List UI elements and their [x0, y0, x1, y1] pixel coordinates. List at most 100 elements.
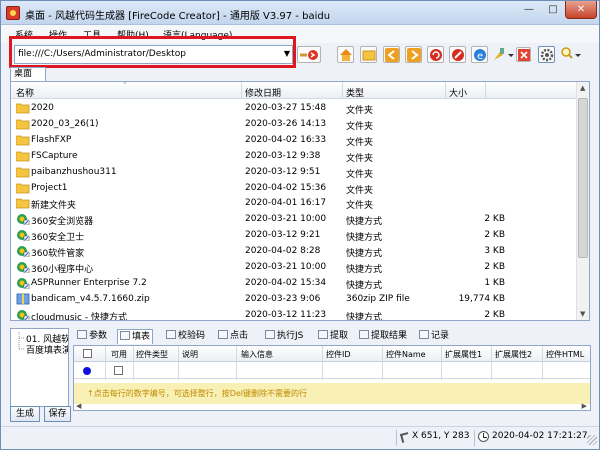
file-size: 2 KB [484, 262, 505, 272]
tab-fill-form[interactable]: 填表 [117, 329, 154, 344]
resize-grip-icon[interactable] [587, 435, 597, 445]
tab-click[interactable]: 点击 [218, 329, 248, 344]
file-name: paibanzhushou311 [31, 166, 117, 177]
cursor-arrow-icon [399, 432, 411, 443]
file-row[interactable]: bandicam_v4.5.7.1660.zip 2020-03-23 9:06 3… [11, 291, 577, 307]
stop-button[interactable] [449, 46, 466, 63]
go-arrow-icon [300, 50, 318, 60]
scroll-thumb[interactable] [578, 98, 588, 258]
col-date[interactable]: 修改日期 [245, 86, 281, 99]
file-date: 2020-04-02 15:34 [245, 277, 327, 288]
file-row[interactable]: 2020 2020-03-27 15:48 文件夹 [11, 100, 577, 116]
file-type: 快捷方式 [346, 233, 383, 244]
folder-icon [15, 150, 30, 162]
tab-extract-result[interactable]: 提取结果 [359, 329, 407, 344]
script-icon [265, 330, 275, 339]
settings-button[interactable] [538, 46, 555, 63]
file-row[interactable]: Project1 2020-04-02 15:36 文件夹 [11, 180, 577, 196]
file-row[interactable]: 2020_03_26(1) 2020-03-26 14:13 文件夹 [11, 116, 577, 132]
back-button[interactable] [383, 46, 400, 63]
file-row[interactable]: FlashFXP 2020-04-02 16:33 文件夹 [11, 132, 577, 148]
file-row[interactable]: 360小程序中心 2020-03-21 10:00 快捷方式 2 KB [11, 259, 577, 275]
go-button[interactable] [297, 46, 321, 63]
delete-button[interactable] [516, 47, 531, 62]
open-folder-button[interactable] [360, 46, 377, 63]
tab-log[interactable]: 记录 [419, 329, 449, 344]
file-type: 快捷方式 [346, 217, 383, 228]
grid-row[interactable] [74, 363, 590, 379]
file-row[interactable]: 360安全浏览器 2020-03-21 10:00 快捷方式 2 KB [11, 211, 577, 227]
select-all-checkbox[interactable] [83, 349, 92, 358]
shortcut-icon [16, 245, 30, 258]
file-name: 2020 [31, 103, 54, 113]
cursor-position: X 651, Y 283 [412, 431, 470, 441]
file-type: 文件夹 [346, 106, 374, 116]
scroll-right-icon[interactable]: ▶ [582, 402, 587, 410]
save-button[interactable]: 保存 [44, 406, 71, 422]
app-window: 桌面 - 风越代码生成器 [FireCode Creator] - 通用版 V3… [0, 0, 600, 450]
home-button[interactable] [337, 46, 354, 63]
file-name: FlashFXP [31, 134, 72, 145]
address-highlight-box [9, 36, 296, 68]
row-enabled-checkbox[interactable] [114, 366, 123, 375]
file-row[interactable]: 360安全卫士 2020-03-12 9:21 快捷方式 2 KB [11, 227, 577, 243]
scroll-up-icon[interactable]: ▲ [580, 84, 585, 92]
generate-button[interactable]: 生成 [10, 406, 40, 422]
file-size: 2 KB [484, 230, 505, 241]
tab-params[interactable]: 参数 [77, 329, 107, 344]
tab-exec-js[interactable]: 执行JS [265, 329, 303, 344]
tab-captcha[interactable]: 校验码 [166, 329, 205, 344]
folder-icon [15, 134, 30, 146]
extract-icon [318, 330, 328, 339]
tab-desktop[interactable]: 桌面 [10, 67, 46, 81]
file-type: 快捷方式 [346, 280, 383, 291]
forward-button[interactable] [405, 46, 422, 63]
file-row[interactable]: 新建文件夹 2020-04-01 16:17 文件夹 [11, 195, 577, 211]
refresh-button[interactable] [427, 46, 444, 63]
file-name: 2020_03_26(1) [31, 118, 99, 129]
col-name[interactable]: 名称 [16, 86, 34, 99]
title-bar: 桌面 - 风越代码生成器 [FireCode Creator] - 通用版 V3… [1, 1, 599, 25]
log-icon [419, 330, 429, 339]
vertical-scrollbar[interactable]: ▲ ▼ [576, 82, 589, 320]
file-date: 2020-04-02 8:28 [245, 246, 321, 257]
file-type: 文件夹 [346, 121, 374, 132]
file-type: 快捷方式 [346, 312, 383, 321]
hint-bar: ↑点击每行的数字编号，可选择整行，按Del键删除不需要的行 [74, 383, 590, 404]
col-size[interactable]: 大小 [449, 86, 467, 99]
params-icon [77, 330, 87, 339]
search-dropdown-button[interactable] [559, 46, 583, 63]
captcha-icon [166, 330, 176, 339]
scroll-left-icon[interactable]: ◀ [76, 402, 81, 410]
file-name: 360安全浏览器 [31, 217, 94, 228]
shortcut-icon [16, 213, 30, 226]
col-type[interactable]: 类型 [346, 86, 364, 99]
home-icon [340, 49, 352, 61]
minimize-button[interactable]: — [517, 1, 541, 19]
gcol-ext-attr1: 扩展属性1 [445, 350, 483, 359]
maximize-button[interactable]: □ [541, 1, 565, 19]
fill-form-grid[interactable]: 可用 控件类型 说明 输入信息 控件ID 控件Name 扩展属性1 扩展属性2 … [73, 345, 591, 411]
file-row[interactable]: 360软件管家 2020-04-02 8:28 快捷方式 3 KB [11, 243, 577, 259]
file-date: 2020-04-02 15:36 [245, 182, 327, 193]
gcol-control-id: 控件ID [326, 350, 351, 359]
file-row[interactable]: paibanzhushou311 2020-03-12 9:51 文件夹 [11, 164, 577, 180]
shortcut-icon [16, 309, 30, 320]
file-row[interactable]: ASPRunner Enterprise 7.2 2020-04-02 15:34… [11, 275, 577, 291]
task-tree[interactable]: 01. 风越软 百度填表演 [10, 328, 69, 407]
browser-button[interactable]: e [471, 46, 488, 63]
file-type: 文件夹 [346, 185, 374, 196]
close-button[interactable]: ✕ [565, 1, 597, 19]
folder-icon [15, 197, 30, 209]
file-row[interactable]: cloudmusic - 快捷方式 2020-03-12 11:23 快捷方式 2 K… [11, 307, 577, 321]
tree-lines-icon [18, 332, 25, 350]
tab-extract[interactable]: 提取 [318, 329, 348, 344]
clear-brush-button[interactable] [492, 46, 516, 63]
file-date: 2020-03-12 9:51 [245, 166, 321, 177]
file-size: 2 KB [484, 309, 505, 320]
scroll-down-icon[interactable]: ▼ [580, 310, 585, 318]
tree-item-task[interactable]: 百度填表演 [26, 343, 68, 356]
file-list[interactable]: ⌃ 名称 修改日期 类型 大小 2020 2020-03-27 15:48 文件夹 2… [10, 81, 590, 321]
file-row[interactable]: FSCapture 2020-03-12 9:38 文件夹 [11, 148, 577, 164]
stop-icon [452, 49, 464, 61]
